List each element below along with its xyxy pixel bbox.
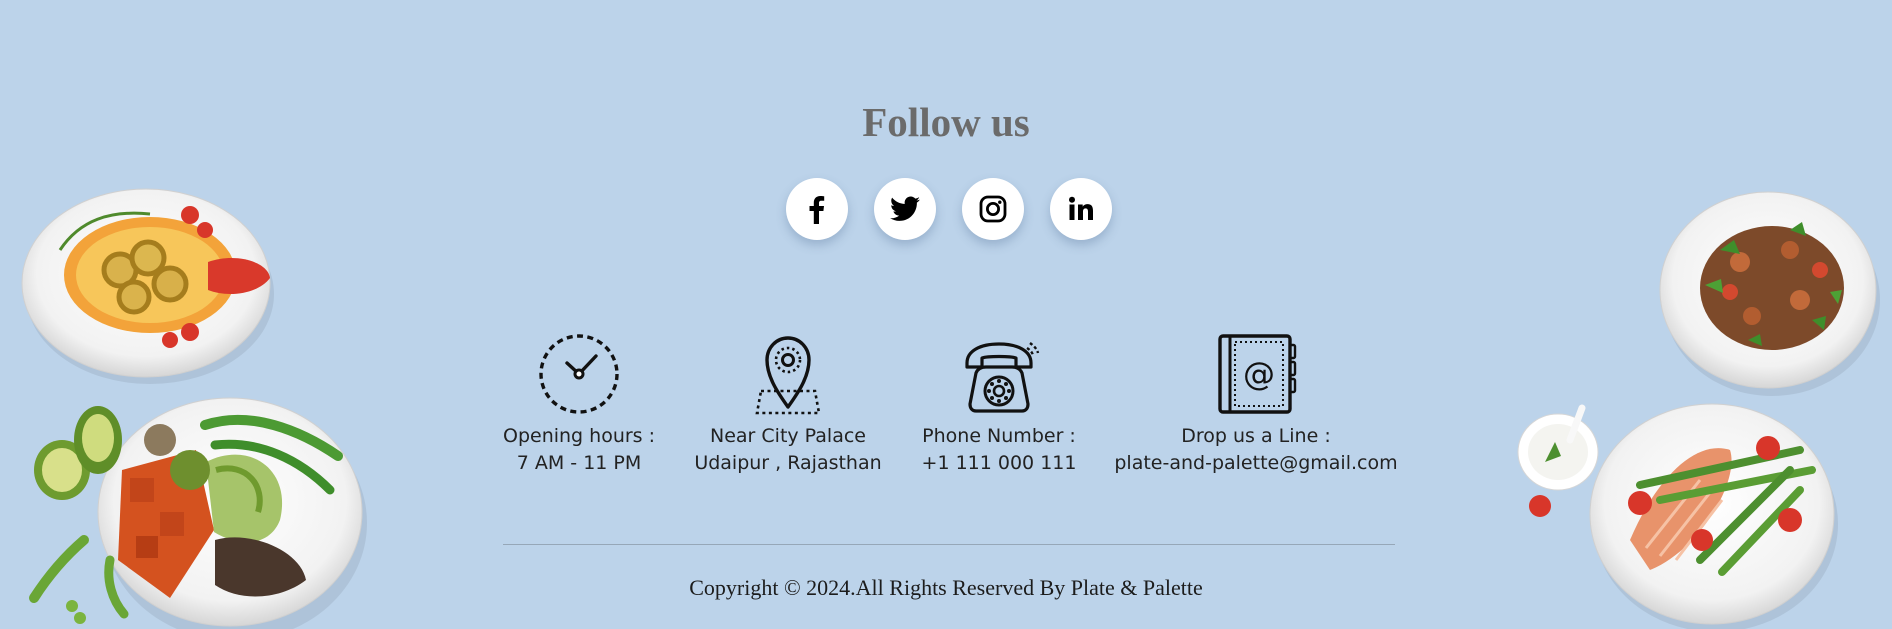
facebook-button[interactable] bbox=[786, 178, 848, 240]
twitter-icon bbox=[890, 196, 920, 221]
telephone-icon bbox=[965, 342, 1040, 413]
address-book-icon: @ bbox=[1218, 334, 1297, 414]
phone-block: Phone Number : +1 111 000 111 bbox=[906, 333, 1092, 477]
location-pin-icon bbox=[755, 336, 821, 415]
opening-hours-label: Opening hours : bbox=[502, 425, 656, 447]
copyright-text: Copyright © 2024.All Rights Reserved By … bbox=[689, 575, 1203, 600]
phone-label: Phone Number : bbox=[922, 425, 1076, 447]
social-links bbox=[786, 178, 1114, 242]
facebook-icon bbox=[809, 196, 825, 224]
footer-divider bbox=[503, 544, 1395, 545]
email-link[interactable]: plate-and-palette@gmail.com bbox=[1110, 450, 1402, 477]
email-block: @ Drop us a Line : plate-and-palette@gma… bbox=[1110, 333, 1402, 477]
linkedin-icon bbox=[1069, 196, 1093, 220]
opening-hours-block: Opening hours : 7 AM - 11 PM bbox=[492, 333, 666, 477]
phone-value: +1 111 000 111 bbox=[921, 452, 1077, 474]
email-label: Drop us a Line : bbox=[1181, 425, 1331, 447]
linkedin-button[interactable] bbox=[1050, 178, 1112, 240]
address-value: Udaipur , Rajasthan bbox=[694, 452, 882, 474]
calamari-plate-image bbox=[21, 188, 274, 384]
food-plates-decoration bbox=[21, 188, 1880, 629]
follow-us-heading: Follow us bbox=[862, 99, 1030, 145]
twitter-button[interactable] bbox=[874, 178, 936, 240]
opening-hours-value: 7 AM - 11 PM bbox=[516, 452, 642, 474]
address-label: Near City Palace bbox=[710, 425, 866, 447]
clock-icon bbox=[539, 334, 619, 414]
mushroom-salad-plate-image bbox=[1659, 191, 1880, 396]
instagram-button[interactable] bbox=[962, 178, 1024, 240]
address-block: Near City Palace Udaipur , Rajasthan bbox=[690, 333, 886, 477]
instagram-icon bbox=[979, 195, 1007, 223]
svg-text:@: @ bbox=[1243, 355, 1275, 393]
